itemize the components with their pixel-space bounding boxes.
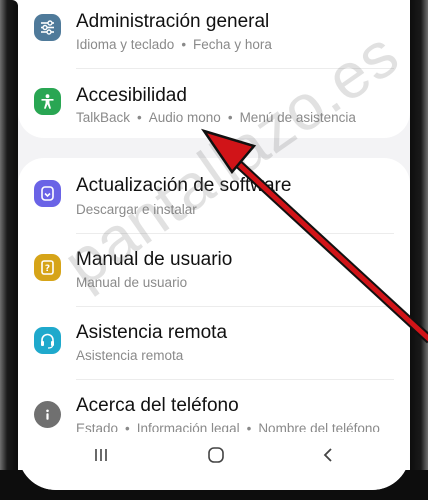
item-subtitle: Asistencia remota — [76, 348, 183, 363]
svg-text:?: ? — [45, 264, 50, 274]
navigation-bar — [18, 432, 410, 490]
settings-item-manual-usuario[interactable]: ? Manual de usuario Manual de usuario — [18, 237, 410, 309]
info-icon — [34, 401, 61, 428]
subtitle-part: Manual de usuario — [76, 275, 188, 290]
item-title: Administración general — [76, 11, 270, 32]
subtitle-part: TalkBack — [76, 110, 131, 125]
settings-item-asistencia-remota[interactable]: Asistencia remota Asistencia remota — [18, 310, 410, 382]
separator-dot: • — [181, 37, 187, 52]
item-subtitle: Descargar e instalar — [76, 202, 197, 217]
divider — [76, 379, 394, 380]
separator-dot: • — [227, 110, 233, 125]
item-title: Manual de usuario — [76, 249, 233, 270]
item-title: Asistencia remota — [76, 322, 228, 343]
settings-item-accesibilidad[interactable]: Accesibilidad TalkBack • Audio mono • Menú d… — [18, 72, 410, 144]
item-title: Actualización de software — [76, 175, 292, 196]
item-subtitle: TalkBack • Audio mono • Menú de asistencia — [76, 110, 356, 125]
subtitle-part: Descargar e instalar — [76, 202, 197, 217]
subtitle-part: Audio mono — [148, 110, 221, 125]
headset-icon — [34, 327, 61, 354]
separator-dot: • — [137, 110, 142, 125]
software-update-icon — [34, 180, 61, 207]
home-icon[interactable] — [196, 440, 236, 470]
subtitle-part: Menú de asistencia — [239, 110, 356, 125]
accessibility-person-icon — [34, 88, 61, 115]
subtitle-part: Fecha y hora — [193, 37, 272, 52]
phone-screenshot: Administración general Idioma y teclado •… — [0, 0, 428, 500]
item-subtitle: Manual de usuario — [76, 275, 187, 290]
settings-item-actualizacion-software[interactable]: Actualización de software Descargar e in… — [18, 163, 410, 235]
recent-apps-icon[interactable] — [81, 440, 121, 470]
divider — [76, 68, 394, 69]
phone-bezel-right — [410, 0, 428, 500]
divider — [76, 233, 394, 234]
item-subtitle: Idioma y teclado • Fecha y hora — [76, 37, 272, 52]
subtitle-part: Asistencia remota — [76, 348, 184, 363]
subtitle-part: Idioma y teclado — [76, 37, 175, 52]
settings-screen: Administración general Idioma y teclado •… — [18, 0, 410, 490]
item-title: Accesibilidad — [76, 85, 187, 106]
divider — [76, 306, 394, 307]
back-icon[interactable] — [308, 440, 348, 470]
user-manual-icon: ? — [34, 254, 61, 281]
item-title: Acerca del teléfono — [76, 395, 239, 416]
sliders-icon — [34, 14, 61, 41]
phone-bezel-left — [0, 0, 18, 500]
settings-item-administracion-general[interactable]: Administración general Idioma y teclado •… — [18, 0, 410, 72]
